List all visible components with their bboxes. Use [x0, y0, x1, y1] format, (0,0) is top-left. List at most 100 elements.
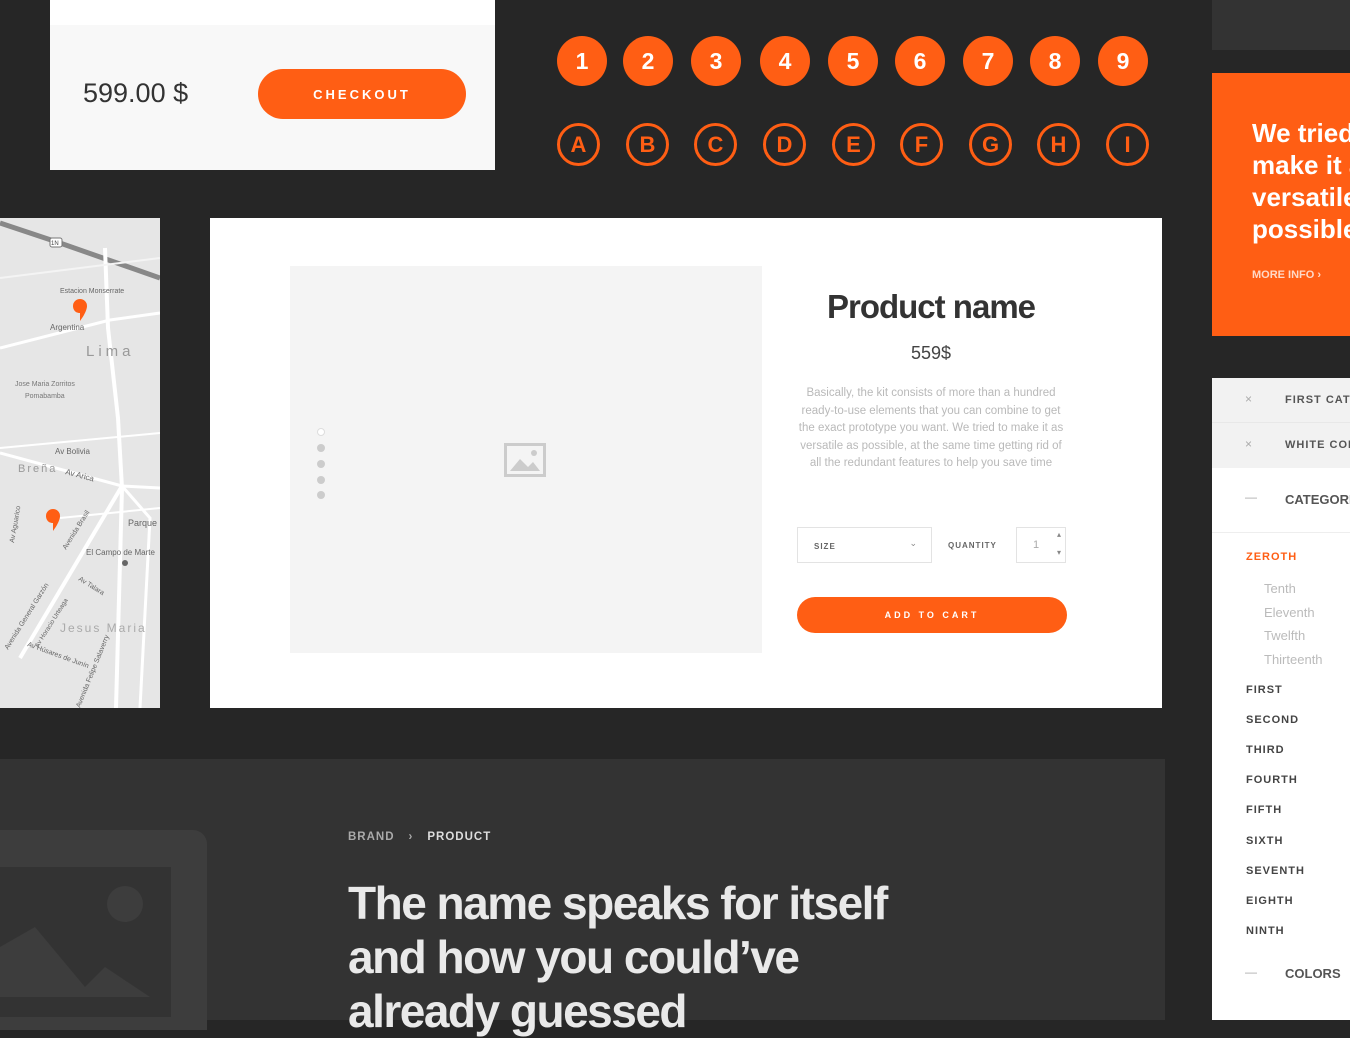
quantity-label: QUANTITY: [948, 541, 997, 550]
gallery-dot[interactable]: [317, 444, 325, 452]
checkout-card: 599.00 $ CHECKOUT: [50, 0, 495, 170]
map-label: Av Arica: [64, 467, 95, 483]
subcategory-item[interactable]: Tenth: [1264, 581, 1296, 596]
top-right-panel: [1212, 0, 1350, 50]
number-button-9[interactable]: 9: [1098, 36, 1148, 86]
map-label: Av Húsares de Junín: [26, 641, 89, 670]
hero-headline: The name speaks for itself and how you co…: [348, 877, 888, 1037]
quantity-stepper[interactable]: 1 ▴ ▾: [1016, 527, 1066, 563]
category-item[interactable]: NINTH: [1246, 925, 1285, 937]
colors-header[interactable]: — COLORS: [1212, 953, 1350, 993]
map-roads: 1N Estacion Monserrate Argentina Lima Jo…: [0, 220, 160, 708]
letter-button-H[interactable]: H: [1037, 123, 1080, 166]
section-title: CATEGORIES: [1285, 492, 1350, 507]
quantity-value: 1: [1033, 539, 1040, 551]
letter-button-G[interactable]: G: [969, 123, 1012, 166]
map-label: El Campo de Marte: [86, 548, 155, 557]
card-top: [50, 0, 495, 25]
active-filter[interactable]: × WHITE COLOR: [1212, 423, 1350, 468]
filter-label: WHITE COLOR: [1285, 439, 1350, 451]
category-item-active[interactable]: ZEROTH: [1246, 551, 1297, 563]
promo-heading: We tried tomake it asversatile aspossibl…: [1252, 118, 1350, 244]
number-button-4[interactable]: 4: [760, 36, 810, 86]
letter-button-E[interactable]: E: [832, 123, 875, 166]
hero-image-placeholder: [0, 830, 207, 1030]
subcategory-item[interactable]: Twelfth: [1264, 628, 1305, 643]
number-button-6[interactable]: 6: [895, 36, 945, 86]
size-label: SIZE: [814, 542, 836, 551]
letter-button-C[interactable]: C: [694, 123, 737, 166]
chevron-right-icon: ›: [1317, 269, 1322, 281]
number-button-5[interactable]: 5: [828, 36, 878, 86]
more-info-link[interactable]: MORE INFO ›: [1252, 269, 1321, 281]
number-button-3[interactable]: 3: [691, 36, 741, 86]
product-hero: BRAND › PRODUCT The name speaks for itself…: [0, 759, 1165, 1037]
filter-sidebar: × FIRST CATEGORY × WHITE COLOR — CATEGORIES…: [1212, 378, 1350, 1020]
map-label: Av Talara: [77, 576, 105, 597]
map-label: Estacion Monserrate: [60, 288, 124, 295]
map-label: Jesus Maria: [60, 621, 147, 635]
letter-button-F[interactable]: F: [900, 123, 943, 166]
map-label: Avenida Felipe Salaverry: [75, 634, 111, 708]
decrement-icon[interactable]: ▾: [1057, 548, 1061, 557]
letter-button-I[interactable]: I: [1106, 123, 1149, 166]
filter-label: FIRST CATEGORY: [1285, 394, 1350, 406]
product-description: Basically, the kit consists of more than…: [798, 387, 1064, 469]
category-item[interactable]: FIFTH: [1246, 804, 1282, 816]
section-title: COLORS: [1285, 966, 1341, 981]
map-label: Argentina: [50, 323, 85, 332]
breadcrumb-brand[interactable]: BRAND: [348, 831, 395, 843]
active-filter[interactable]: × FIRST CATEGORY: [1212, 378, 1350, 423]
letter-button-A[interactable]: A: [557, 123, 600, 166]
promo-banner: We tried tomake it asversatile aspossibl…: [1212, 73, 1350, 336]
map-label: Av Aguarico: [9, 505, 22, 543]
map-label: 1N: [51, 241, 59, 247]
size-select[interactable]: SIZE ⌄: [797, 527, 932, 563]
image-placeholder-icon: [504, 443, 546, 477]
product-price: 559$: [910, 343, 952, 363]
breadcrumb-product[interactable]: PRODUCT: [427, 831, 491, 843]
map-label: Parque: [128, 518, 157, 528]
map-label: Breña: [18, 463, 57, 475]
letter-button-B[interactable]: B: [626, 123, 669, 166]
subcategory-item[interactable]: Thirteenth: [1264, 652, 1323, 667]
collapse-icon: —: [1245, 965, 1258, 979]
letter-button-D[interactable]: D: [763, 123, 806, 166]
gallery-dot[interactable]: [317, 476, 325, 484]
total-price: 599.00 $: [83, 78, 189, 108]
subcategory-item[interactable]: Eleventh: [1264, 605, 1315, 620]
gallery-dot[interactable]: [317, 428, 325, 436]
checkout-button[interactable]: CHECKOUT: [258, 69, 466, 119]
product-card: Product name 559$ Basically, the kit con…: [210, 218, 1162, 708]
category-item[interactable]: SEVENTH: [1246, 865, 1305, 877]
close-icon[interactable]: ×: [1245, 437, 1253, 451]
map[interactable]: 1N Estacion Monserrate Argentina Lima Jo…: [0, 218, 160, 708]
categories-header[interactable]: — CATEGORIES: [1212, 468, 1350, 533]
category-item[interactable]: SIXTH: [1246, 835, 1283, 847]
number-button-1[interactable]: 1: [557, 36, 607, 86]
product-image[interactable]: [290, 266, 762, 653]
close-icon[interactable]: ×: [1245, 392, 1253, 406]
number-button-2[interactable]: 2: [623, 36, 673, 86]
increment-icon[interactable]: ▴: [1057, 530, 1061, 539]
number-button-7[interactable]: 7: [963, 36, 1013, 86]
category-item[interactable]: SECOND: [1246, 714, 1299, 726]
chevron-right-icon: ›: [408, 831, 414, 843]
chevron-down-icon: ⌄: [909, 538, 917, 548]
collapse-icon: —: [1245, 490, 1258, 504]
image-placeholder-icon: [0, 867, 171, 1017]
map-label: Lima: [86, 343, 135, 360]
add-to-cart-button[interactable]: ADD TO CART: [797, 597, 1067, 633]
category-item[interactable]: FIRST: [1246, 684, 1283, 696]
category-item[interactable]: EIGHTH: [1246, 895, 1294, 907]
map-label: Pomabamba: [25, 393, 65, 400]
gallery-dot[interactable]: [317, 460, 325, 468]
product-name: Product name: [826, 288, 1036, 325]
category-item[interactable]: FOURTH: [1246, 774, 1298, 786]
category-item[interactable]: THIRD: [1246, 744, 1285, 756]
gallery-dot[interactable]: [317, 491, 325, 499]
breadcrumb: BRAND › PRODUCT: [348, 831, 491, 843]
map-label: Jose Maria Zorritos: [15, 381, 75, 388]
map-label: Av Bolivia: [55, 447, 91, 456]
number-button-8[interactable]: 8: [1030, 36, 1080, 86]
